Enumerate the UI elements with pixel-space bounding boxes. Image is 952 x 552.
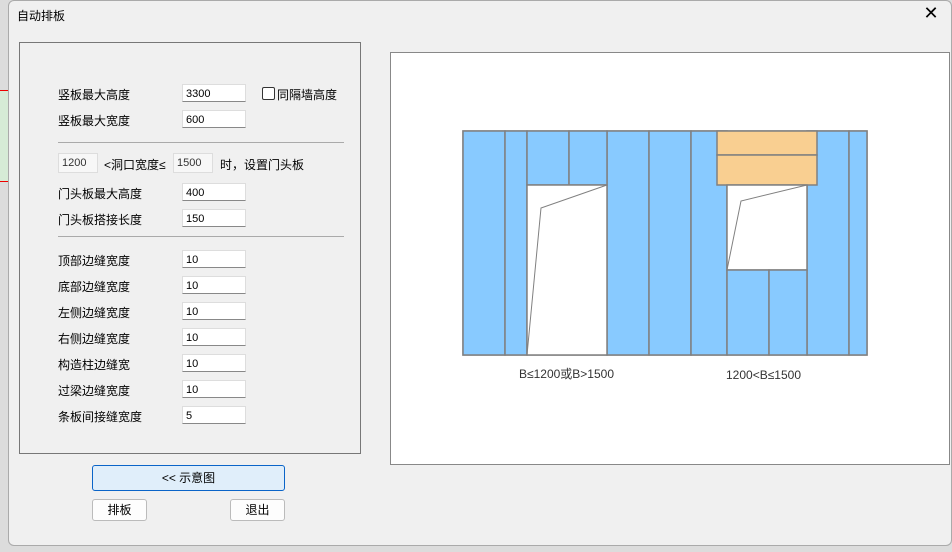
- wall-panel: [462, 130, 506, 356]
- diagram-toggle-button[interactable]: << 示意图: [92, 465, 285, 491]
- header-overlap-label: 门头板搭接长度: [58, 213, 143, 227]
- gap-input[interactable]: 10: [182, 276, 246, 294]
- header-panel: [716, 154, 818, 186]
- gap-label: 底部边缝宽度: [58, 280, 131, 294]
- sill-panel: [726, 269, 770, 356]
- max-width-label: 竖板最大宽度: [58, 114, 131, 128]
- sill-panel: [768, 269, 808, 356]
- same-wall-label: 同隔墙高度: [277, 88, 338, 102]
- max-width-input[interactable]: 600: [182, 110, 246, 128]
- wall-panel: [648, 130, 692, 356]
- top-panel: [526, 130, 570, 186]
- gap-input[interactable]: 10: [182, 328, 246, 346]
- window-opening: [726, 184, 808, 271]
- window-title: 自动排板: [17, 9, 66, 23]
- wall-panel: [504, 130, 528, 356]
- panel-layout-diagram: B≤1200或B>1500 1200<B≤1500: [462, 130, 868, 382]
- divider: [58, 236, 344, 237]
- same-wall-checkbox[interactable]: [262, 87, 275, 100]
- header-panel: [716, 130, 818, 156]
- caption-left: B≤1200或B>1500: [519, 367, 614, 381]
- max-height-label: 竖板最大高度: [58, 88, 131, 102]
- header-overlap-input[interactable]: 150: [182, 209, 246, 227]
- gap-label: 过梁边缝宽度: [58, 384, 131, 398]
- door-suffix-label: 时，设置门头板: [220, 158, 305, 172]
- header-max-height-label: 门头板最大高度: [58, 187, 143, 201]
- gap-label: 条板间接缝宽度: [58, 410, 143, 424]
- gap-input[interactable]: 10: [182, 250, 246, 268]
- gap-label: 右侧边缝宽度: [58, 332, 131, 346]
- auto-layout-dialog: 自动排板 ✕ 竖板最大高度 3300 同隔墙高度 竖板最大宽度 600 1200…: [8, 0, 952, 546]
- caption-right: 1200<B≤1500: [726, 368, 801, 382]
- layout-button[interactable]: 排板: [92, 499, 147, 521]
- wall-panel: [606, 130, 650, 356]
- door-opening: [526, 184, 608, 356]
- gap-input[interactable]: 10: [182, 380, 246, 398]
- door-range-label: <洞口宽度≤: [104, 158, 166, 172]
- gap-label: 构造柱边缝宽: [58, 358, 131, 372]
- gap-input[interactable]: 5: [182, 406, 246, 424]
- close-icon[interactable]: ✕: [919, 3, 943, 24]
- door-min-input[interactable]: 1200: [58, 153, 98, 173]
- header-max-height-input[interactable]: 400: [182, 183, 246, 201]
- gap-label: 顶部边缝宽度: [58, 254, 131, 268]
- wall-panel: [848, 130, 868, 356]
- divider: [58, 142, 344, 143]
- top-panel: [568, 130, 608, 186]
- gap-label: 左侧边缝宽度: [58, 306, 131, 320]
- gap-input[interactable]: 10: [182, 354, 246, 372]
- diagram-preview: B≤1200或B>1500 1200<B≤1500: [390, 52, 950, 465]
- gap-input[interactable]: 10: [182, 302, 246, 320]
- max-height-input[interactable]: 3300: [182, 84, 246, 102]
- door-max-input[interactable]: 1500: [173, 153, 213, 173]
- settings-group: 竖板最大高度 3300 同隔墙高度 竖板最大宽度 600 1200 <洞口宽度≤…: [19, 42, 361, 454]
- exit-button[interactable]: 退出: [230, 499, 285, 521]
